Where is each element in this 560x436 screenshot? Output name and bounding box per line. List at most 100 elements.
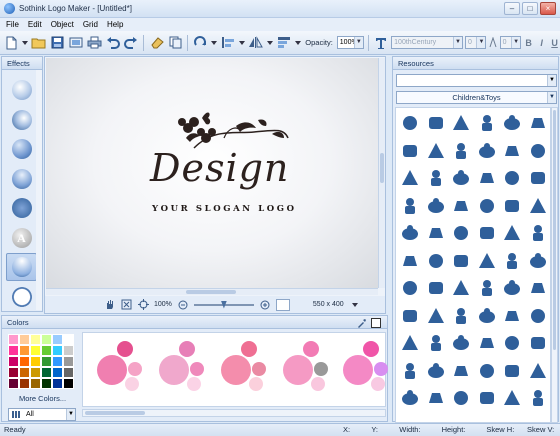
zoom-in-button[interactable] (259, 299, 271, 311)
zoom-slider-thumb[interactable] (220, 300, 227, 309)
palette-swatch[interactable] (41, 345, 52, 356)
resource-item[interactable] (525, 358, 551, 384)
palette-swatch[interactable] (63, 378, 74, 389)
palette-swatch[interactable] (52, 334, 63, 345)
resource-item[interactable] (397, 358, 423, 384)
arrange-dropdown[interactable] (294, 34, 301, 52)
effects-scrollbar[interactable] (36, 70, 42, 310)
more-colors-link[interactable]: More Colors... (19, 394, 66, 403)
font-combo[interactable]: 100thCentury ▼ (391, 36, 463, 49)
palette-swatch[interactable] (41, 334, 52, 345)
italic-button[interactable]: I (536, 38, 547, 48)
palette-swatch[interactable] (30, 367, 41, 378)
flat-effect[interactable] (6, 194, 37, 222)
rotate-dropdown[interactable] (211, 34, 218, 52)
resource-item[interactable] (499, 220, 525, 246)
pan-button[interactable] (103, 299, 115, 311)
zoom-out-button[interactable] (177, 299, 189, 311)
outline-effect[interactable] (6, 283, 37, 311)
palette-swatch[interactable] (52, 367, 63, 378)
palette-swatch[interactable] (63, 334, 74, 345)
resource-item[interactable] (448, 193, 474, 219)
resource-item[interactable] (474, 220, 500, 246)
color-scheme[interactable] (221, 341, 277, 403)
font-size-combo[interactable]: 0 ▼ (464, 36, 487, 49)
menu-file[interactable]: File (6, 20, 19, 29)
scroll-thumb[interactable] (85, 411, 145, 415)
resource-item[interactable] (525, 165, 551, 191)
resource-item[interactable] (525, 303, 551, 329)
resource-item[interactable] (525, 138, 551, 164)
text-tool-button[interactable] (373, 34, 389, 52)
spacing-combo[interactable]: 0 ▼ (499, 36, 522, 49)
menu-object[interactable]: Object (51, 20, 74, 29)
zoom-slider[interactable] (193, 300, 254, 309)
resource-item[interactable] (397, 248, 423, 274)
resource-item[interactable] (448, 385, 474, 411)
underline-button[interactable]: U (549, 38, 560, 48)
resource-item[interactable] (448, 110, 474, 136)
resource-item[interactable] (423, 330, 449, 356)
resource-item[interactable] (474, 303, 500, 329)
menu-edit[interactable]: Edit (28, 20, 42, 29)
resource-item[interactable] (474, 275, 500, 301)
resource-item[interactable] (423, 385, 449, 411)
color-filter-select[interactable]: All ▼ (8, 408, 76, 421)
scroll-thumb[interactable] (380, 153, 384, 183)
palette-swatch[interactable] (41, 378, 52, 389)
resource-item[interactable] (525, 220, 551, 246)
open-button[interactable] (31, 34, 47, 52)
export-button[interactable] (68, 34, 84, 52)
glow-effect[interactable] (6, 135, 37, 163)
size-dropdown[interactable] (349, 299, 361, 311)
resource-item[interactable] (474, 138, 500, 164)
new-dropdown[interactable] (21, 34, 29, 52)
resource-item[interactable] (525, 110, 551, 136)
scroll-thumb[interactable] (553, 110, 556, 350)
menu-grid[interactable]: Grid (83, 20, 98, 29)
resource-item[interactable] (423, 275, 449, 301)
resource-item[interactable] (397, 303, 423, 329)
resource-item[interactable] (423, 110, 449, 136)
resource-item[interactable] (397, 385, 423, 411)
opacity-combo[interactable]: 100% ▼ (336, 36, 364, 49)
resources-scrollbar[interactable] (551, 107, 558, 423)
resource-item[interactable] (397, 220, 423, 246)
flip-button[interactable] (248, 34, 264, 52)
resource-item[interactable] (474, 110, 500, 136)
resource-item[interactable] (397, 330, 423, 356)
resource-item[interactable] (474, 193, 500, 219)
palette-swatch[interactable] (19, 356, 30, 367)
palette-swatch[interactable] (52, 356, 63, 367)
resource-item[interactable] (474, 330, 500, 356)
palette-swatch[interactable] (63, 367, 74, 378)
resource-item[interactable] (448, 330, 474, 356)
color-scheme[interactable] (343, 341, 399, 403)
resource-item[interactable] (525, 330, 551, 356)
color-scheme[interactable] (283, 341, 339, 403)
resource-item[interactable] (474, 248, 500, 274)
palette-swatch[interactable] (41, 356, 52, 367)
shadow-effect[interactable] (6, 106, 37, 134)
resource-item[interactable] (499, 358, 525, 384)
color-scheme[interactable] (97, 341, 153, 403)
palette-swatch[interactable] (41, 367, 52, 378)
resource-item[interactable] (448, 358, 474, 384)
eyedropper-icon[interactable] (357, 318, 367, 328)
flip-dropdown[interactable] (266, 34, 273, 52)
maximize-button[interactable]: □ (522, 2, 538, 15)
fit-button[interactable] (120, 299, 132, 311)
palette-swatch[interactable] (52, 345, 63, 356)
glass-effect[interactable] (6, 253, 37, 281)
logo-text[interactable]: Design (150, 146, 289, 190)
resource-item[interactable] (448, 275, 474, 301)
palette-swatch[interactable] (19, 345, 30, 356)
print-button[interactable] (86, 34, 102, 52)
minimize-button[interactable]: – (504, 2, 520, 15)
resource-item[interactable] (525, 248, 551, 274)
slogan-text[interactable]: YOUR SLOGAN LOGO (152, 204, 297, 214)
redo-button[interactable] (123, 34, 139, 52)
resource-item[interactable] (474, 385, 500, 411)
resource-item[interactable] (499, 385, 525, 411)
resource-item[interactable] (474, 358, 500, 384)
